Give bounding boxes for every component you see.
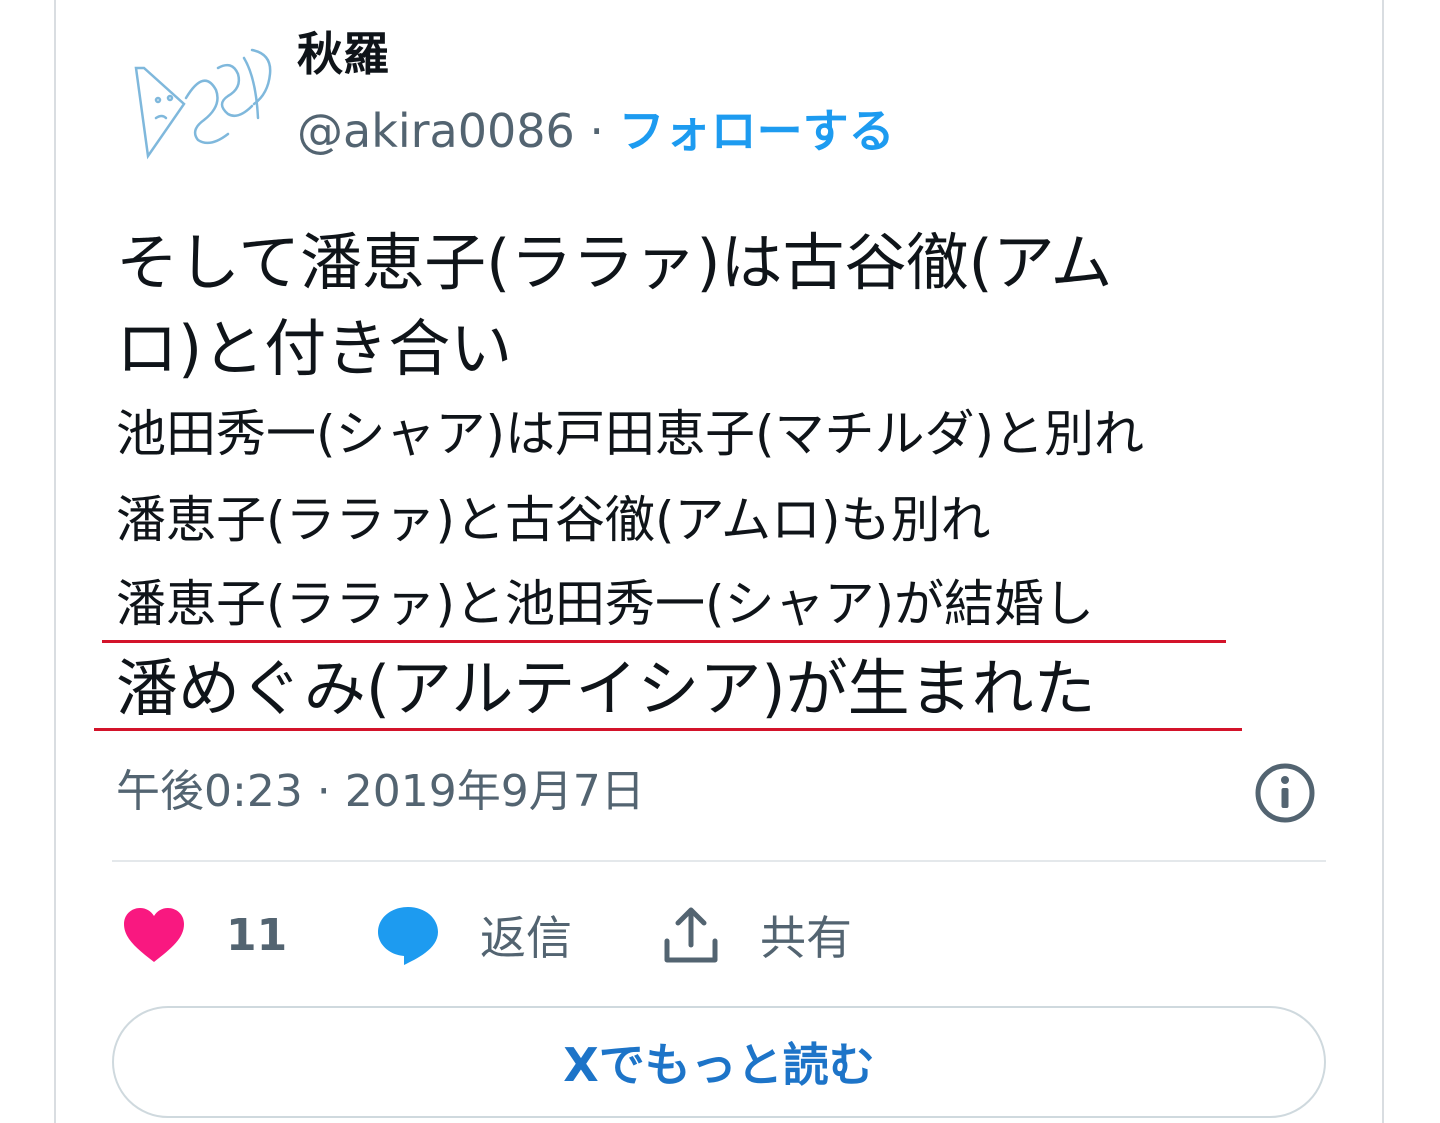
divider bbox=[112, 860, 1326, 862]
read-more-on-x-button[interactable]: Xでもっと読む bbox=[112, 1006, 1326, 1118]
author-display-name[interactable]: 秋羅 bbox=[297, 24, 389, 84]
tweet-text-line-5: 潘恵子(ララァ)と池田秀一(シャア)が結婚し bbox=[116, 575, 1095, 633]
signature-avatar-icon[interactable] bbox=[126, 28, 284, 186]
author-handle-row: @akira0086 · フォローする bbox=[297, 100, 895, 162]
red-underline-1 bbox=[102, 640, 1226, 643]
heart-icon bbox=[124, 908, 184, 962]
like-button[interactable]: 11 bbox=[122, 900, 287, 970]
share-button[interactable]: 共有 bbox=[662, 900, 852, 970]
tweet-text-line-1: そして潘恵子(ララァ)は古谷徹(アム bbox=[116, 226, 1113, 299]
follow-button[interactable]: フォローする bbox=[619, 104, 895, 158]
handle-separator: · bbox=[574, 104, 619, 158]
tweet-text-line-4: 潘恵子(ララァ)と古谷徹(アムロ)も別れ bbox=[116, 491, 991, 549]
tweet-text-line-2: ロ)と付き合い bbox=[116, 312, 513, 385]
speech-bubble-icon bbox=[378, 907, 438, 965]
tweet-timestamp[interactable]: 午後0:23 · 2019年9月7日 bbox=[116, 762, 645, 822]
info-icon[interactable] bbox=[1254, 762, 1316, 824]
tweet-text-line-6: 潘めぐみ(アルテイシア)が生まれた bbox=[116, 652, 1096, 725]
tweet-text-line-3: 池田秀一(シャア)は戸田恵子(マチルダ)と別れ bbox=[116, 405, 1145, 463]
share-label: 共有 bbox=[760, 911, 852, 965]
reply-button[interactable]: 返信 bbox=[376, 900, 572, 970]
share-upload-icon bbox=[664, 907, 718, 963]
author-handle[interactable]: @akira0086 bbox=[297, 104, 575, 158]
reply-label: 返信 bbox=[480, 911, 572, 965]
red-underline-2 bbox=[94, 728, 1242, 731]
like-count: 11 bbox=[226, 909, 288, 961]
